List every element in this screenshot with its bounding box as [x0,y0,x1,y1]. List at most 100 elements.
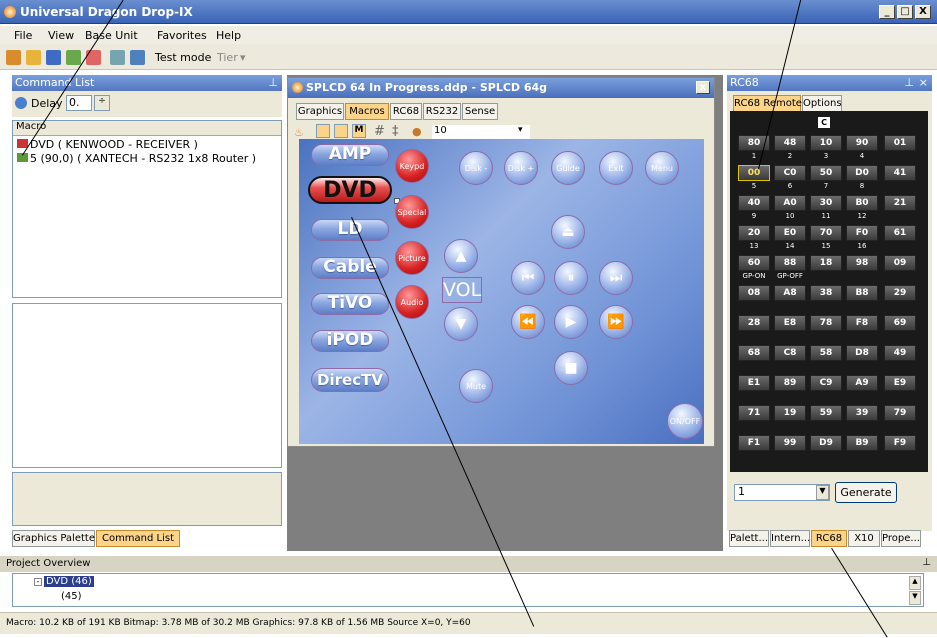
tab-command-list[interactable]: Command List [96,530,180,547]
keypad-key[interactable]: F0 [846,225,878,241]
macro-m-icon[interactable]: M [352,124,366,138]
keypad-key[interactable]: 68 [738,345,770,361]
keypad-key[interactable]: 38 [810,285,842,301]
snap-grid-icon[interactable]: ‡ [392,124,399,139]
power-button[interactable]: ON/OFF [667,403,703,439]
keypad-key[interactable]: 18 [810,255,842,271]
pin-icon[interactable]: ⊥ [922,557,931,568]
new-icon[interactable] [6,50,21,65]
keypad-button[interactable]: Keypd [395,149,429,183]
menu-view[interactable]: View [48,29,74,42]
keypad-key[interactable]: A9 [846,375,878,391]
keypad-key[interactable]: B8 [846,285,878,301]
keypad-key[interactable]: D9 [810,435,842,451]
close-icon[interactable]: × [919,75,928,91]
tab-rc68-remote[interactable]: RC68 Remote [733,95,802,112]
keypad-key[interactable]: F1 [738,435,770,451]
keypad-key[interactable]: 21 [884,195,916,211]
download-icon[interactable] [66,50,81,65]
chevron-down-icon[interactable]: ▼ [816,485,829,500]
keypad-key[interactable]: C8 [774,345,806,361]
menu-file[interactable]: File [14,29,32,42]
keypad-key[interactable]: F8 [846,315,878,331]
list-item[interactable]: 5 (90,0) ( XANTECH - RS232 1x8 Router ) [17,152,256,165]
fast-forward-button[interactable]: ⏩ [599,305,633,339]
keypad-key[interactable]: 40 [738,195,770,211]
keypad-key[interactable]: D8 [846,345,878,361]
keypad-key[interactable]: 29 [884,285,916,301]
keypad-key[interactable]: 10 [810,135,842,151]
tab-properties[interactable]: Prope... [881,530,921,547]
maximize-button[interactable]: □ [897,5,913,19]
volume-down-button[interactable]: ▼ [444,307,478,341]
tree-node-dvd[interactable]: DVD (46) [44,576,94,587]
grid-icon[interactable] [130,50,145,65]
keypad-key[interactable]: 19 [774,405,806,421]
keypad-key[interactable]: 30 [810,195,842,211]
lock-icon[interactable] [316,124,330,138]
palette-icon[interactable]: ● [412,125,422,138]
tab-rs232[interactable]: RS232 [423,103,461,120]
tree-collapse-icon[interactable]: - [34,578,42,586]
keypad-key[interactable]: 08 [738,285,770,301]
source-button-directv[interactable]: DirecTV [311,368,389,392]
close-button[interactable]: X [915,5,931,19]
keypad-key[interactable]: 71 [738,405,770,421]
menu-help[interactable]: Help [216,29,241,42]
tab-sense[interactable]: Sense [462,103,498,120]
zoom-select[interactable]: 10 [432,125,530,139]
keypad-key[interactable]: 79 [884,405,916,421]
keypad-key[interactable]: F9 [884,435,916,451]
mute-button[interactable]: Mute [459,369,493,403]
keypad-key[interactable]: 88 [774,255,806,271]
tier-dropdown[interactable]: Tier [217,51,238,64]
keypad-key[interactable]: C9 [810,375,842,391]
network-icon[interactable] [110,50,125,65]
source-button-amp[interactable]: AMP [311,144,389,166]
minimize-button[interactable]: _ [879,5,895,19]
exit-button[interactable]: Exit [599,151,633,185]
volume-up-button[interactable]: ▲ [444,239,478,273]
tab-palette[interactable]: Palett... [729,530,769,547]
rewind-button[interactable]: ⏪ [511,305,545,339]
keypad-key[interactable]: B0 [846,195,878,211]
keypad-key[interactable]: 98 [846,255,878,271]
source-button-tivo[interactable]: TiVO [311,293,389,315]
keypad-key[interactable]: A8 [774,285,806,301]
keypad-key[interactable]: 01 [884,135,916,151]
keypad-key[interactable]: 78 [810,315,842,331]
eject-button[interactable]: ⏏ [551,215,585,249]
open-folder-icon[interactable] [26,50,41,65]
keypad-key[interactable]: 61 [884,225,916,241]
pause-button[interactable]: ⏸ [554,261,588,295]
source-button-dvd[interactable]: DVD [308,176,392,204]
menu-button[interactable]: Menu [645,151,679,185]
save-icon[interactable] [46,50,61,65]
disk-plus-button[interactable]: Disk + [504,151,538,185]
keypad-key[interactable]: E0 [774,225,806,241]
keypad-key[interactable]: 49 [884,345,916,361]
keypad-key[interactable]: D0 [846,165,878,181]
pin-icon[interactable]: ⊥ [904,75,914,91]
keypad-key[interactable]: 90 [846,135,878,151]
keypad-key[interactable]: 48 [774,135,806,151]
tab-graphics[interactable]: Graphics [296,103,344,120]
keypad-key[interactable]: E9 [884,375,916,391]
tree-node-child[interactable]: (45) [61,591,82,602]
keypad-key[interactable]: 20 [738,225,770,241]
scroll-up-icon[interactable]: ▲ [909,576,921,590]
frame-icon[interactable] [334,124,348,138]
keypad-key[interactable]: C0 [774,165,806,181]
keypad-key[interactable]: 59 [810,405,842,421]
menu-base-unit[interactable]: Base Unit [85,29,138,42]
disk-minus-button[interactable]: Disk - [459,151,493,185]
test-mode-button[interactable]: Test mode [155,51,211,64]
keypad-key[interactable]: A0 [774,195,806,211]
keypad-key[interactable]: 89 [774,375,806,391]
tab-x10[interactable]: X10 [848,530,880,547]
generate-button[interactable]: Generate [835,482,897,503]
keypad-key[interactable]: 28 [738,315,770,331]
tab-options[interactable]: Options [802,95,842,112]
keypad-key[interactable]: B9 [846,435,878,451]
picture-button[interactable]: Picture [395,241,429,275]
